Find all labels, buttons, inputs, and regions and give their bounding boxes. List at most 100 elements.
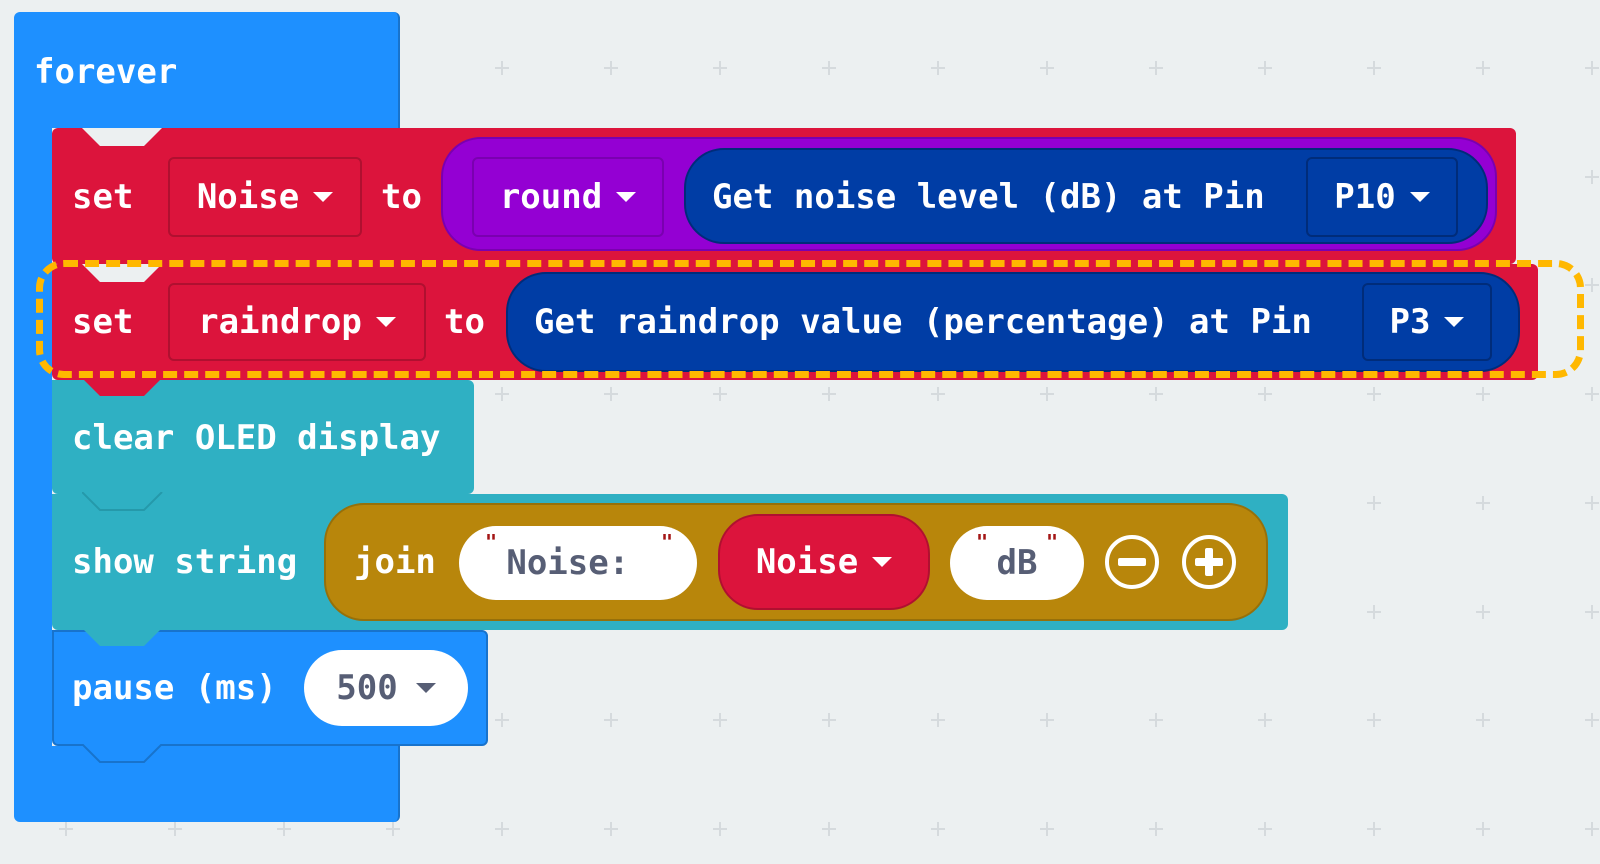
grid-cross [1585, 713, 1599, 727]
grid-cross [1149, 822, 1163, 836]
db-string-value: dB [996, 543, 1038, 583]
grid-cross [1585, 496, 1599, 510]
grid-cross [1367, 496, 1381, 510]
grid-cross [604, 713, 618, 727]
grid-cross [1476, 387, 1490, 401]
set-noise-notch [82, 128, 162, 146]
grid-cross [277, 822, 291, 836]
grid-cross [931, 61, 945, 75]
pause-value: 500 [336, 668, 398, 708]
forever-label: forever [34, 52, 178, 92]
grid-cross [1367, 387, 1381, 401]
raindrop-pin-dropdown[interactable]: P3 [1362, 283, 1492, 361]
grid-cross [1585, 822, 1599, 836]
grid-cross [1367, 822, 1381, 836]
noise-variable-dropdown[interactable]: Noise [168, 157, 362, 237]
open-quote-icon: " [976, 530, 989, 554]
grid-cross [713, 713, 727, 727]
grid-cross [1149, 713, 1163, 727]
grid-cross [931, 387, 945, 401]
blocks-workspace[interactable]: forever set Noise to round Get noise lev… [0, 0, 1600, 864]
grid-cross [822, 822, 836, 836]
clear-oled-tab [82, 492, 163, 511]
chevron-down-icon [313, 192, 334, 202]
show-string-label: show string [72, 542, 298, 582]
grid-cross [1258, 387, 1272, 401]
open-quote-icon: " [485, 530, 498, 554]
grid-cross [1258, 713, 1272, 727]
chevron-down-icon [375, 317, 396, 327]
db-string-input[interactable]: " dB " [950, 526, 1084, 600]
pause-label: pause (ms) [72, 668, 277, 708]
grid-cross [604, 822, 618, 836]
raindrop-tab [82, 378, 162, 396]
grid-cross [1367, 61, 1381, 75]
grid-cross [1476, 61, 1490, 75]
grid-cross [1149, 387, 1163, 401]
grid-cross [1585, 387, 1599, 401]
grid-cross [1585, 170, 1599, 184]
set-noise-set-label: set [72, 177, 134, 217]
grid-cross [495, 61, 509, 75]
grid-cross [1585, 605, 1599, 619]
grid-cross [931, 713, 945, 727]
grid-cross [713, 61, 727, 75]
chevron-down-icon [616, 192, 637, 202]
raindrop-variable-label: raindrop [198, 302, 362, 342]
plus-circle-icon[interactable] [1182, 535, 1236, 589]
round-dropdown[interactable]: round [472, 157, 664, 237]
raindrop-pin-label: P3 [1389, 302, 1431, 342]
grid-cross [1585, 61, 1599, 75]
raindrop-variable-dropdown[interactable]: raindrop [168, 283, 426, 361]
grid-cross [604, 387, 618, 401]
noise-pin-label: P10 [1334, 177, 1396, 217]
pause-tab [82, 744, 163, 763]
set-raindrop-to-label: to [444, 302, 485, 342]
pause-value-dropdown[interactable]: 500 [304, 650, 468, 726]
grid-cross [1476, 605, 1490, 619]
noise-pin-dropdown[interactable]: P10 [1306, 157, 1458, 237]
grid-cross [386, 822, 400, 836]
show-string-tab [82, 628, 162, 646]
join-label: join [354, 542, 436, 582]
grid-cross [1040, 713, 1054, 727]
round-dropdown-label: round [499, 177, 603, 217]
grid-cross [495, 387, 509, 401]
set-noise-to-label: to [381, 177, 422, 217]
grid-cross [1476, 713, 1490, 727]
grid-cross [1149, 61, 1163, 75]
noise-variable-reporter-label: Noise [755, 542, 859, 582]
forever-block-bottom [14, 746, 400, 822]
grid-cross [1258, 822, 1272, 836]
grid-cross [931, 822, 945, 836]
close-quote-icon: " [660, 530, 673, 554]
grid-cross [495, 713, 509, 727]
set-raindrop-notch [82, 264, 162, 282]
raindrop-sensor-label: Get raindrop value (percentage) at Pin [534, 302, 1312, 342]
grid-cross [713, 387, 727, 401]
grid-cross [1040, 822, 1054, 836]
noise-sensor-label: Get noise level (dB) at Pin [712, 177, 1265, 217]
chevron-down-icon [1444, 317, 1465, 327]
grid-cross [604, 61, 618, 75]
grid-cross [168, 822, 182, 836]
noise-string-value: Noise: [506, 543, 650, 583]
noise-variable-reporter[interactable]: Noise [718, 514, 930, 610]
grid-cross [1258, 61, 1272, 75]
grid-cross [822, 387, 836, 401]
chevron-down-icon [872, 557, 893, 567]
grid-cross [1367, 713, 1381, 727]
grid-cross [1040, 387, 1054, 401]
grid-cross [713, 822, 727, 836]
noise-variable-label: Noise [196, 177, 300, 217]
grid-cross [59, 822, 73, 836]
chevron-down-icon [1409, 192, 1430, 202]
grid-cross [1040, 61, 1054, 75]
minus-circle-icon[interactable] [1105, 535, 1159, 589]
grid-cross [1476, 496, 1490, 510]
grid-cross [1585, 278, 1599, 292]
grid-cross [1367, 605, 1381, 619]
noise-string-input[interactable]: " Noise: " [459, 526, 697, 600]
grid-cross [495, 822, 509, 836]
clear-oled-label: clear OLED display [72, 418, 441, 458]
